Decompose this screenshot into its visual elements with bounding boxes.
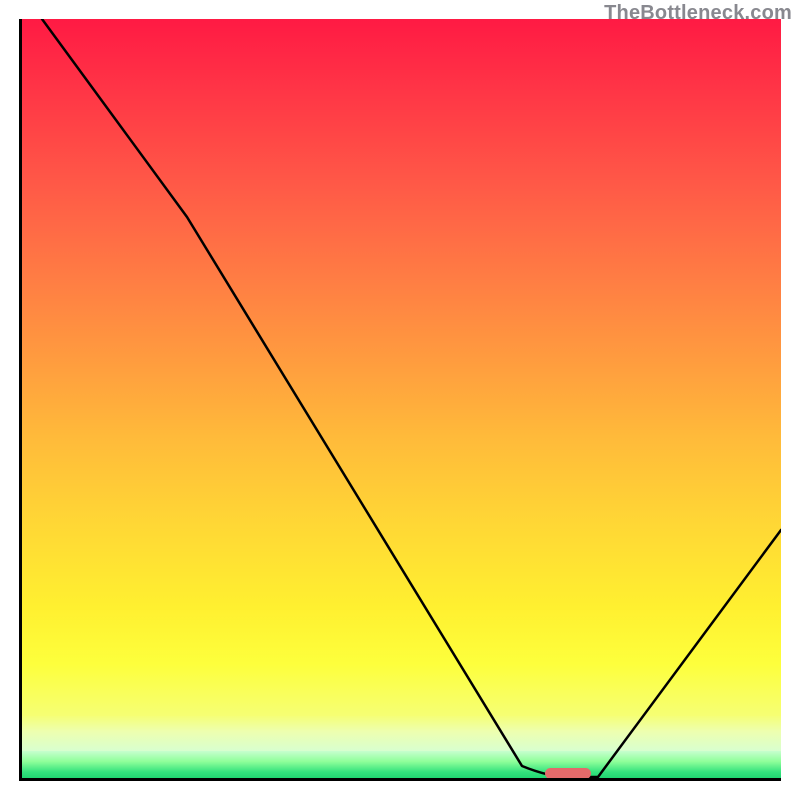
- bottleneck-curve: [19, 19, 781, 781]
- watermark-text: TheBottleneck.com: [604, 2, 792, 25]
- plot-area: [19, 19, 781, 781]
- chart-container: TheBottleneck.com: [0, 0, 800, 800]
- optimal-marker: [545, 768, 591, 779]
